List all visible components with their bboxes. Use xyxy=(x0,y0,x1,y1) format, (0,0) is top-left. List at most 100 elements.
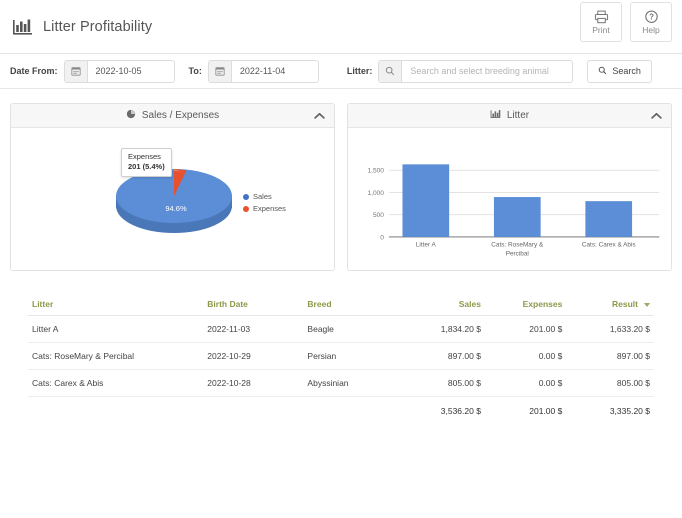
bar-chart-icon xyxy=(490,109,501,122)
svg-text:1,000: 1,000 xyxy=(367,190,384,197)
svg-text:Percibal: Percibal xyxy=(506,250,529,257)
search-button[interactable]: Search xyxy=(587,59,652,83)
pie-legend: Sales Expenses xyxy=(243,192,286,216)
pie-chart-icon xyxy=(126,109,136,122)
column-header-breed[interactable]: Breed xyxy=(303,293,404,316)
legend-label-expenses: Expenses xyxy=(253,204,286,213)
charts-row: Sales / Expenses 94.6% Expenses 201 (5.4… xyxy=(0,89,682,271)
panel-litter-title: Litter xyxy=(506,110,530,121)
chevron-up-icon[interactable] xyxy=(651,104,662,127)
bar-cats-rosemary-percibal xyxy=(493,197,541,237)
cell-expenses: 0.00 $ xyxy=(484,342,567,370)
svg-text:Litter A: Litter A xyxy=(416,242,437,249)
table-totals-row: 3,536.20 $ 201.00 $ 3,335.20 $ xyxy=(28,397,654,425)
cell-litter[interactable]: Cats: Carex & Abis xyxy=(28,369,204,397)
panel-sales-expenses: Sales / Expenses 94.6% Expenses 201 (5.4… xyxy=(10,103,335,271)
cell-expenses: 0.00 $ xyxy=(484,369,567,397)
totals-result: 3,335.20 $ xyxy=(609,406,650,416)
page-title: Litter Profitability xyxy=(43,18,153,35)
cell-sales: 897.00 $ xyxy=(403,342,485,370)
brand: Litter Profitability xyxy=(12,17,152,37)
cell-sales: 1,834.20 $ xyxy=(403,315,485,343)
totals-litter xyxy=(28,397,203,425)
totals-expenses: 201.00 $ xyxy=(529,406,563,416)
app-header: Litter Profitability Print ? Help xyxy=(0,0,682,54)
table-row[interactable]: Cats: Carex & Abis 2022-10-28 Abyssinian… xyxy=(28,369,654,397)
column-header-litter[interactable]: Litter xyxy=(28,293,204,316)
column-header-expenses[interactable]: Expenses xyxy=(484,293,567,316)
pie-tooltip-value: 201 (5.4%) xyxy=(128,162,165,172)
table-row[interactable]: Cats: RoseMary & Percibal 2022-10-29 Per… xyxy=(28,342,654,370)
cell-breed: Beagle xyxy=(303,315,404,343)
legend-dot-sales xyxy=(243,193,249,200)
panel-sales-expenses-header: Sales / Expenses xyxy=(11,104,334,128)
litter-search-group[interactable] xyxy=(378,59,574,83)
totals-birth-date xyxy=(203,397,303,425)
column-header-result-label: Result xyxy=(612,299,638,309)
svg-text:500: 500 xyxy=(373,212,384,219)
svg-text:Cats: RoseMary &: Cats: RoseMary & xyxy=(491,242,544,249)
date-from-group[interactable] xyxy=(63,59,175,83)
cell-result: 805.00 $ xyxy=(566,369,654,397)
search-icon xyxy=(379,60,403,82)
panel-litter-body: 1,500 1,000 500 0 Litter A Cats: RoseMar… xyxy=(348,128,671,270)
panel-sales-expenses-body: 94.6% Expenses 201 (5.4%) Sales Expenses xyxy=(11,128,334,270)
search-button-label: Search xyxy=(612,66,641,76)
date-to-group[interactable] xyxy=(207,59,319,83)
svg-text:1,500: 1,500 xyxy=(367,168,384,175)
bar-chart-icon xyxy=(12,17,34,37)
litter-label: Litter: xyxy=(346,66,373,76)
search-icon xyxy=(598,66,607,77)
cell-birth-date: 2022-11-03 xyxy=(203,315,304,343)
bar-chart[interactable]: 1,500 1,000 500 0 Litter A Cats: RoseMar… xyxy=(348,128,671,270)
cell-breed: Persian xyxy=(303,342,404,370)
filter-bar: Date From: To: xyxy=(0,54,682,89)
calendar-icon xyxy=(208,60,232,82)
svg-text:94.6%: 94.6% xyxy=(165,204,187,213)
legend-item-expenses[interactable]: Expenses xyxy=(243,204,286,213)
cell-litter[interactable]: Cats: RoseMary & Percibal xyxy=(28,342,204,370)
bar-cats-carex-abis xyxy=(585,201,633,237)
cell-result: 1,633.20 $ xyxy=(566,315,654,343)
report-table-area: Litter Birth Date Breed Sales Expenses R… xyxy=(0,271,682,424)
column-header-result[interactable]: Result xyxy=(566,293,654,316)
printer-icon xyxy=(594,10,609,24)
cell-birth-date: 2022-10-28 xyxy=(203,369,304,397)
cell-breed: Abyssinian xyxy=(303,369,404,397)
date-from-input[interactable] xyxy=(87,60,174,82)
totals-sales: 3,536.20 $ xyxy=(440,406,481,416)
sort-desc-icon xyxy=(644,302,650,307)
date-to-input[interactable] xyxy=(231,60,318,82)
svg-text:0: 0 xyxy=(380,234,384,241)
calendar-icon xyxy=(64,60,88,82)
legend-label-sales: Sales xyxy=(253,192,272,201)
print-button-label: Print xyxy=(592,24,610,35)
totals-breed xyxy=(303,397,403,425)
cell-birth-date: 2022-10-29 xyxy=(203,342,304,370)
header-actions: Print ? Help xyxy=(580,2,672,42)
print-button[interactable]: Print xyxy=(580,2,622,42)
table-row[interactable]: Litter A 2022-11-03 Beagle 1,834.20 $ 20… xyxy=(28,315,654,343)
question-circle-icon: ? xyxy=(644,9,659,24)
table-header-row: Litter Birth Date Breed Sales Expenses R… xyxy=(28,293,654,316)
cell-sales: 805.00 $ xyxy=(403,369,485,397)
table-body: Litter A 2022-11-03 Beagle 1,834.20 $ 20… xyxy=(28,315,654,425)
column-header-birth-date[interactable]: Birth Date xyxy=(203,293,304,316)
report-table: Litter Birth Date Breed Sales Expenses R… xyxy=(28,293,654,424)
panel-litter: Litter 1,500 1,000 500 0 Litter A Cats: … xyxy=(347,103,672,271)
legend-dot-expenses xyxy=(243,205,249,212)
cell-litter[interactable]: Litter A xyxy=(28,315,204,343)
panel-litter-header: Litter xyxy=(348,104,671,128)
date-to-label: To: xyxy=(188,66,202,76)
legend-item-sales[interactable]: Sales xyxy=(243,192,286,201)
litter-search-input[interactable] xyxy=(402,60,573,82)
help-button[interactable]: ? Help xyxy=(630,2,672,42)
cell-expenses: 201.00 $ xyxy=(484,315,567,343)
date-from-label: Date From: xyxy=(10,66,58,76)
panel-sales-expenses-title: Sales / Expenses xyxy=(141,110,220,121)
bar-litter-a xyxy=(402,164,450,237)
chevron-up-icon[interactable] xyxy=(314,104,325,127)
column-header-sales[interactable]: Sales xyxy=(403,293,485,316)
pie-tooltip: Expenses 201 (5.4%) xyxy=(121,148,172,178)
cell-result: 897.00 $ xyxy=(566,342,654,370)
